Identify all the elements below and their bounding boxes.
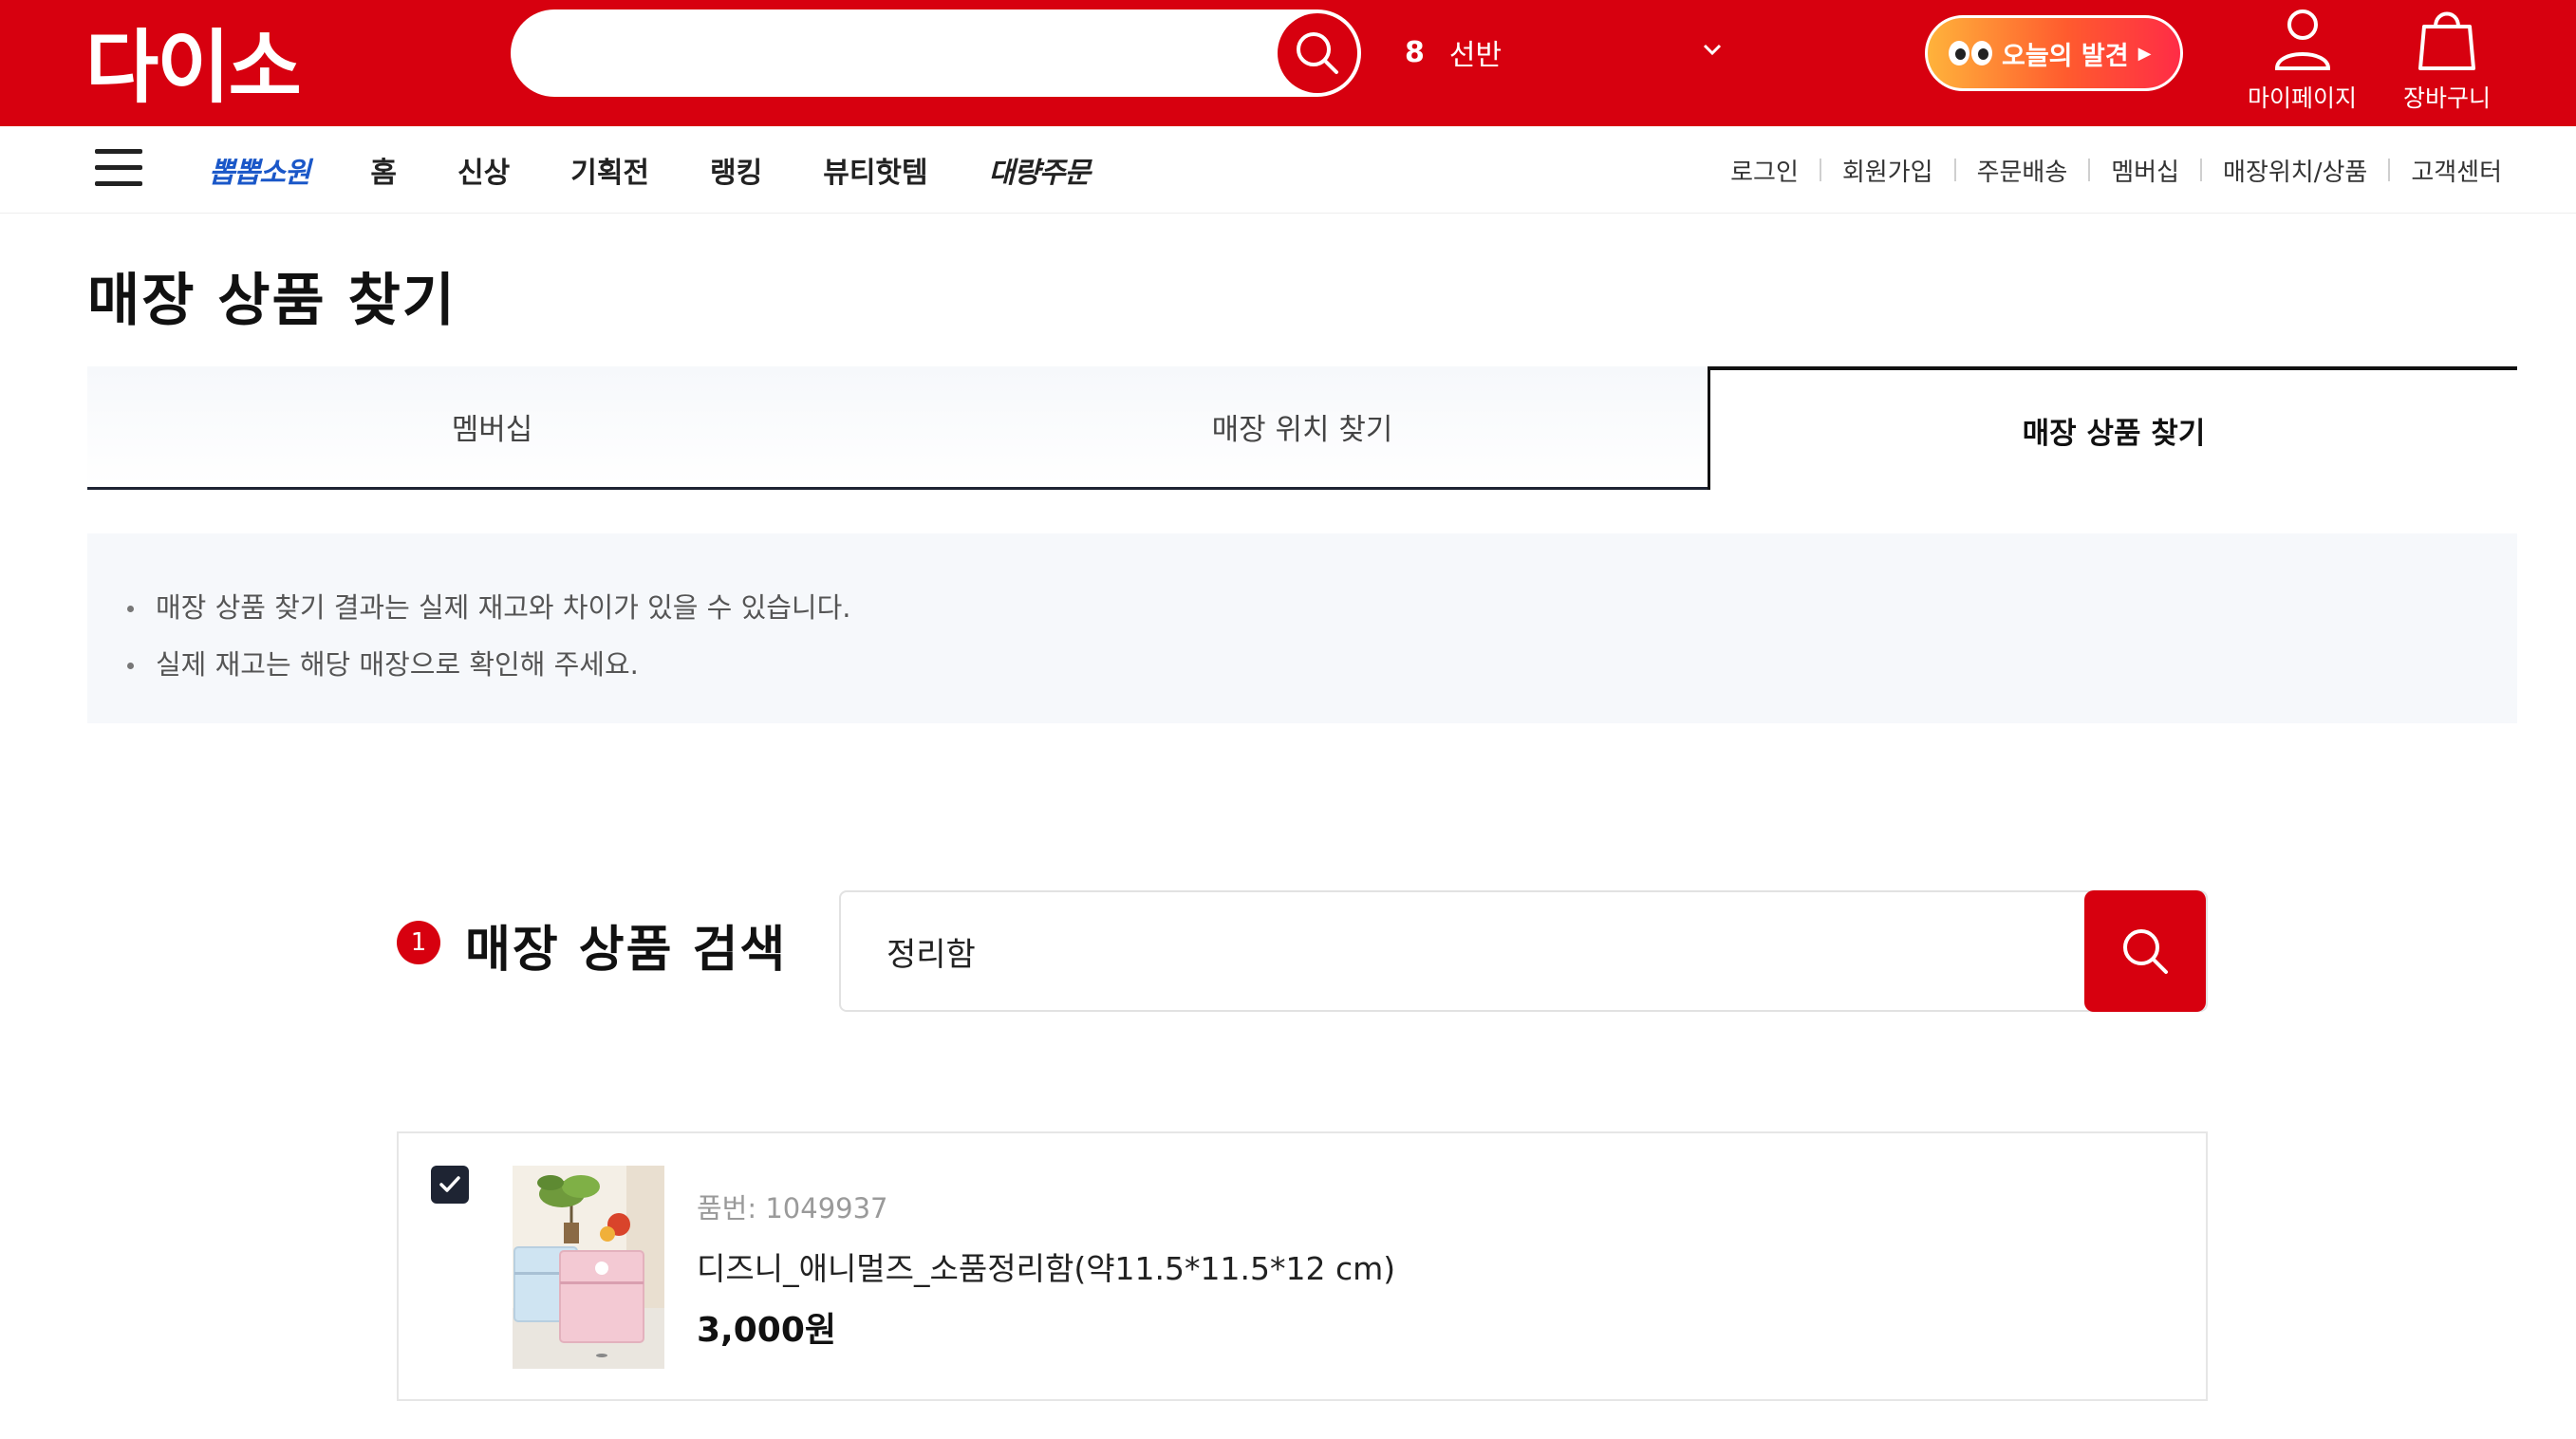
main-nav: 뽑뽑소원 홈 신상 기획전 랭킹 뷰티핫템 대량주문 로그인 회원가입 주문배송…: [0, 126, 2576, 214]
page-title: 매장 상품 찾기: [87, 268, 457, 334]
chevron-down-icon[interactable]: [1699, 36, 1726, 63]
divider: [1819, 159, 1821, 181]
product-price: 3,000원: [697, 1311, 836, 1350]
membership-link[interactable]: 멤버십: [2111, 153, 2179, 188]
product-search-button[interactable]: [2084, 890, 2206, 1012]
global-search-button[interactable]: [1278, 13, 1357, 93]
product-code: 품번: 1049937: [697, 1192, 888, 1224]
trending-keyword[interactable]: 8 선반: [1405, 28, 1502, 76]
product-thumbnail[interactable]: [513, 1166, 664, 1369]
top-header: 다이소 8 선반 오늘의 발견 ▶ 마이페이지 장바구니: [0, 0, 2576, 126]
menu-icon[interactable]: [95, 149, 142, 187]
nav-items: 뽑뽑소원 홈 신상 기획전 랭킹 뷰티핫템 대량주문: [209, 126, 1150, 214]
product-search-input[interactable]: [887, 921, 2025, 981]
divider: [2200, 159, 2203, 181]
signup-link[interactable]: 회원가입: [1842, 153, 1933, 188]
mypage-label: 마이페이지: [2248, 84, 2358, 112]
user-icon: [2274, 9, 2330, 70]
tab-store-product[interactable]: 매장 상품 찾기: [1708, 366, 2517, 490]
select-checkbox[interactable]: [431, 1166, 469, 1204]
nav-item-bulk-order[interactable]: 대량주문: [989, 149, 1091, 191]
notice-item: 매장 상품 찾기 결과는 실제 재고와 차이가 있을 수 있습니다.: [125, 579, 2479, 636]
notice-item: 실제 재고는 해당 매장으로 확인해 주세요.: [125, 636, 2479, 693]
mypage-button[interactable]: 마이페이지: [2248, 6, 2357, 114]
nav-item-new[interactable]: 신상: [457, 149, 510, 191]
play-arrow-icon: ▶: [2137, 43, 2152, 64]
today-discover-label: 오늘의 발견: [2002, 41, 2129, 71]
order-delivery-link[interactable]: 주문배송: [1977, 153, 2068, 188]
nav-item-ranking[interactable]: 랭킹: [710, 149, 762, 191]
divider: [2388, 159, 2391, 181]
shopping-bag-icon: [2418, 11, 2475, 70]
product-result-card[interactable]: 품번: 1049937 디즈니_애니멀즈_소품정리함(약11.5*11.5*12…: [397, 1131, 2208, 1401]
product-search-title: 매장 상품 검색: [465, 922, 788, 979]
nav-item-home[interactable]: 홈: [370, 149, 397, 191]
product-search-box: [839, 890, 2208, 1012]
cart-label: 장바구니: [2403, 84, 2492, 112]
step-badge: 1: [397, 921, 440, 964]
divider: [1953, 159, 1956, 181]
trending-word: 선반: [1448, 39, 1503, 72]
search-icon: [2123, 929, 2168, 974]
search-icon: [1297, 32, 1338, 74]
tab-store-location[interactable]: 매장 위치 찾기: [897, 366, 1708, 490]
nav-item-wish[interactable]: 뽑뽑소원: [209, 149, 310, 191]
tab-bar: 멤버십 매장 위치 찾기 매장 상품 찾기: [87, 366, 2517, 490]
daiso-logo[interactable]: 다이소: [85, 13, 302, 114]
divider: [2088, 159, 2091, 181]
utility-links: 로그인 회원가입 주문배송 멤버십 매장위치/상품 고객센터: [1730, 126, 2502, 214]
cart-button[interactable]: 장바구니: [2403, 6, 2491, 114]
product-name[interactable]: 디즈니_애니멀즈_소품정리함(약11.5*11.5*12 cm): [697, 1243, 1395, 1289]
check-icon: [439, 1176, 460, 1192]
nav-item-special[interactable]: 기획전: [570, 149, 649, 191]
tab-membership[interactable]: 멤버십: [87, 366, 897, 490]
global-search-box: [511, 9, 1361, 97]
global-search-input[interactable]: [549, 25, 1251, 82]
notice-box: 매장 상품 찾기 결과는 실제 재고와 차이가 있을 수 있습니다. 실제 재고…: [87, 533, 2517, 723]
login-link[interactable]: 로그인: [1730, 153, 1799, 188]
store-location-link[interactable]: 매장위치/상품: [2223, 153, 2367, 188]
product-image: [513, 1166, 664, 1369]
customer-center-link[interactable]: 고객센터: [2411, 153, 2502, 188]
trending-rank: 8: [1405, 35, 1425, 69]
nav-item-beauty[interactable]: 뷰티핫템: [823, 149, 927, 191]
today-discover-button[interactable]: 오늘의 발견 ▶: [1925, 15, 2183, 91]
eyes-icon: [1949, 41, 1992, 65]
